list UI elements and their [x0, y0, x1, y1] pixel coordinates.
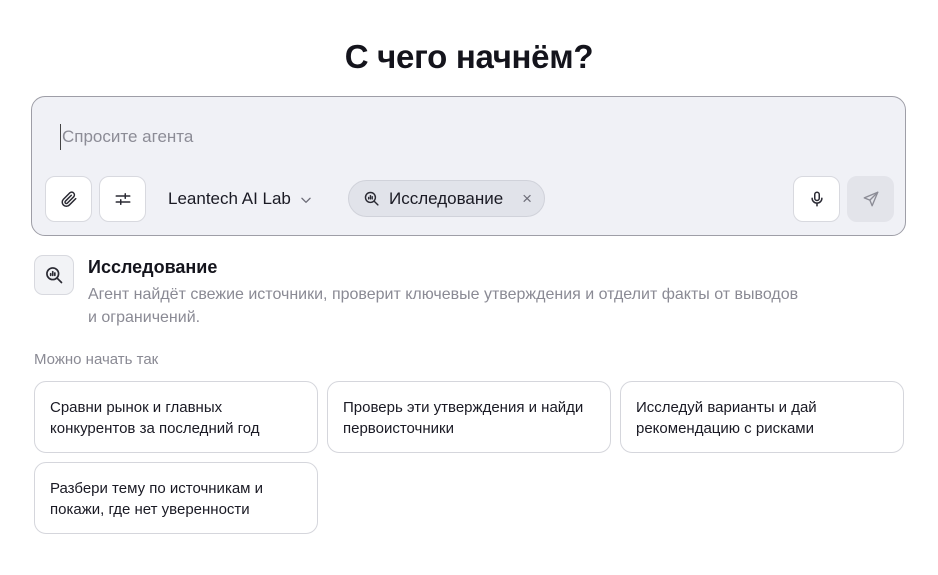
- suggestions-label: Можно начать так: [34, 351, 159, 368]
- mode-info-description: Агент найдёт свежие источники, проверит …: [88, 286, 799, 326]
- microphone-button[interactable]: [793, 176, 840, 222]
- mode-chip-label: Исследование: [389, 188, 504, 208]
- composer: Leantech AI Lab Исследование ×: [31, 96, 906, 236]
- microphone-icon: [810, 191, 823, 207]
- search-chart-icon: [363, 190, 380, 207]
- send-icon: [863, 191, 878, 207]
- mode-info-icon: [34, 255, 74, 295]
- model-select[interactable]: Leantech AI Lab: [168, 185, 313, 213]
- sliders-icon: [115, 193, 130, 205]
- model-name: Leantech AI Lab: [168, 189, 291, 208]
- close-icon[interactable]: ×: [522, 189, 532, 209]
- prompt-input[interactable]: [60, 124, 760, 150]
- attach-button[interactable]: [45, 176, 92, 222]
- search-chart-icon: [46, 267, 63, 284]
- suggestion-card[interactable]: Проверь эти утверждения и найди первоист…: [327, 381, 611, 453]
- suggestion-card[interactable]: Сравни рынок и главных конкурентов за по…: [34, 381, 318, 453]
- settings-button[interactable]: [99, 176, 146, 222]
- paperclip-icon: [61, 191, 76, 208]
- suggestion-card[interactable]: Исследуй варианты и дай рекомендацию с р…: [620, 381, 904, 453]
- mode-info-title: Исследование: [88, 257, 218, 277]
- suggestion-card[interactable]: Разбери тему по источникам и покажи, где…: [34, 462, 318, 534]
- send-button[interactable]: [847, 176, 894, 222]
- page-title: С чего начнём?: [344, 38, 594, 75]
- mode-chip[interactable]: Исследование ×: [348, 180, 545, 217]
- chevron-down-icon: [301, 197, 311, 203]
